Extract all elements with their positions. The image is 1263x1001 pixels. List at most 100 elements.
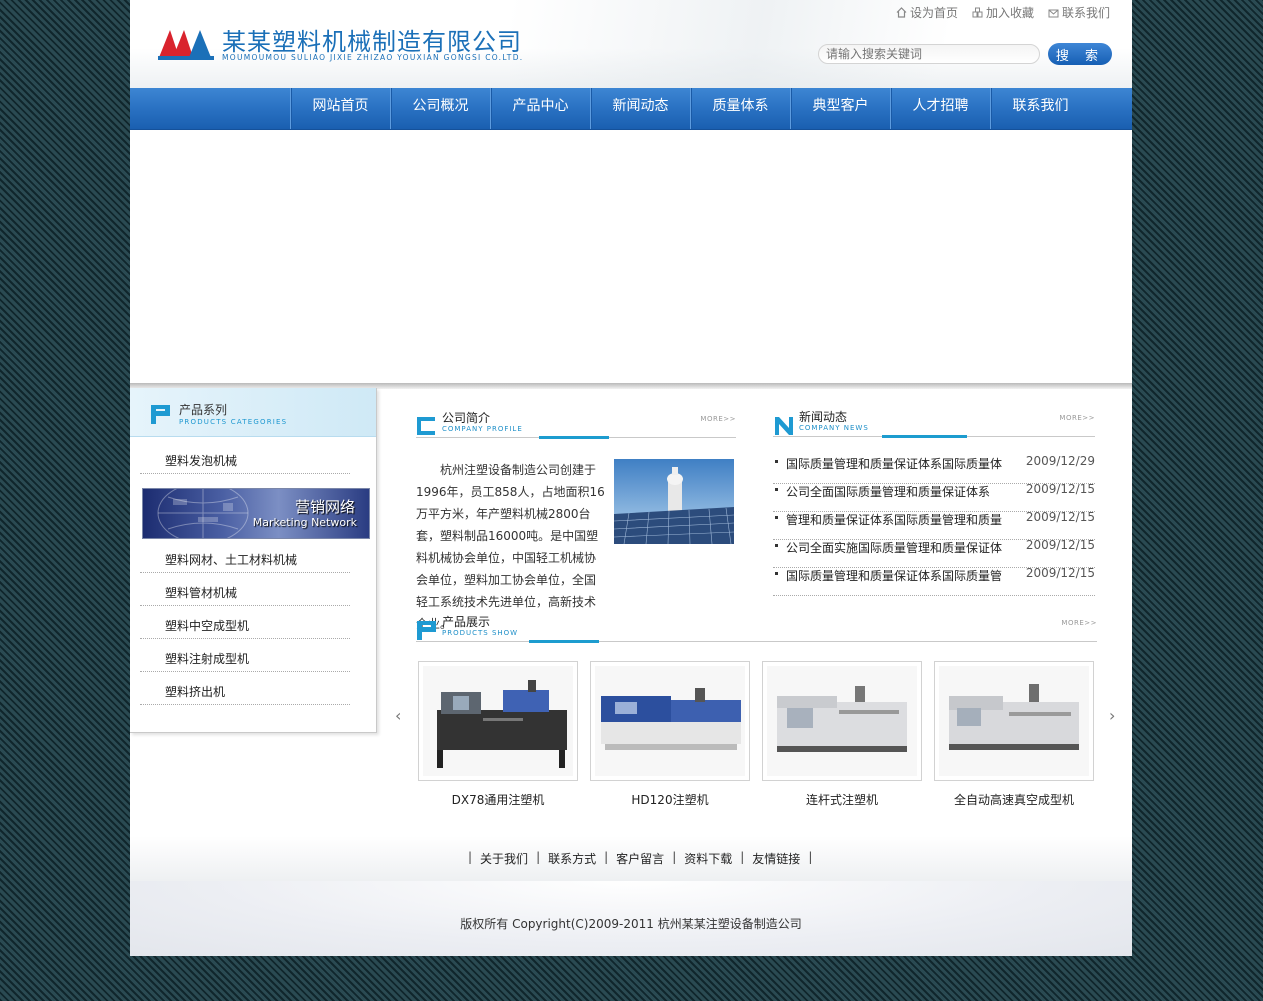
- news-item: 国际质量管理和质量保证体系国际质量体 2009/12/29: [773, 454, 1095, 484]
- marketing-subtitle: Marketing Network: [252, 516, 357, 529]
- letter-n-icon: [775, 417, 793, 435]
- footer-copyright-area: 版权所有 Copyright(C)2009-2011 杭州某某注塑设备制造公司: [130, 881, 1132, 956]
- profile-more-link[interactable]: MORE>>: [700, 415, 736, 423]
- profile-header-bar: [539, 436, 609, 439]
- set-homepage-label: 设为首页: [909, 6, 958, 20]
- company-name-en: MOUMOUMOU SULIAO JIXIE ZHIZAO YOUXIAN GO…: [222, 53, 524, 62]
- news-item-date: 2009/12/29: [1025, 454, 1095, 468]
- category-item-extruder[interactable]: 塑料挤出机: [140, 679, 350, 705]
- products-header-bar: [529, 640, 599, 643]
- letter-p-icon: [417, 621, 436, 640]
- news-item-date: 2009/12/15: [1025, 510, 1095, 524]
- product-image-frame: [934, 661, 1094, 781]
- category-item-pipe[interactable]: 塑料管材机械: [140, 580, 350, 606]
- nav-item-contact[interactable]: 联系我们: [990, 88, 1090, 129]
- news-item-date: 2009/12/15: [1025, 482, 1095, 496]
- footer-separator: |: [536, 850, 541, 864]
- category-item-net[interactable]: 塑料网材、土工材料机械: [140, 547, 350, 573]
- carousel-prev-button[interactable]: ‹: [395, 706, 401, 725]
- products-more-link[interactable]: MORE>>: [1061, 619, 1097, 627]
- page-container: 某某塑料机械制造有限公司 MOUMOUMOU SULIAO JIXIE ZHIZ…: [130, 0, 1132, 956]
- marketing-title: 营销网络: [294, 498, 355, 516]
- vacuum-forming-machine-image: [939, 666, 1089, 776]
- footer-link-contact[interactable]: 联系方式: [548, 850, 596, 867]
- footer-separator: |: [740, 850, 745, 864]
- news-item: 国际质量管理和质量保证体系国际质量管 2009/12/15: [773, 566, 1095, 596]
- product-card[interactable]: DX78通用注塑机: [418, 661, 578, 808]
- product-categories-panel: 产品系列 PRODUCTS CATEGORIES 塑料发泡机械 营销网络 Mar…: [130, 388, 377, 733]
- categories-subtitle: PRODUCTS CATEGORIES: [179, 418, 288, 426]
- news-item: 公司全面实施国际质量管理和质量保证体 2009/12/15: [773, 538, 1095, 568]
- logo-icon: [158, 30, 214, 60]
- categories-header: 产品系列 PRODUCTS CATEGORIES: [130, 388, 376, 437]
- products-subtitle: PRODUCTS SHOW: [442, 629, 519, 637]
- profile-text: 杭州注塑设备制造公司创建于1996年，员工858人，占地面积16万平方米，年产塑…: [416, 459, 736, 635]
- injection-machine-image: [595, 666, 745, 776]
- product-name: 全自动高速真空成型机: [953, 793, 1074, 807]
- search-input[interactable]: [818, 44, 1040, 64]
- bullet-icon: [775, 460, 778, 463]
- letter-c-icon: [417, 417, 435, 435]
- bullet-icon: [775, 572, 778, 575]
- news-subtitle: COMPANY NEWS: [799, 424, 869, 432]
- news-item-date: 2009/12/15: [1025, 538, 1095, 552]
- product-name: 连杆式注塑机: [805, 793, 878, 807]
- product-image-frame: [762, 661, 922, 781]
- category-item-foam[interactable]: 塑料发泡机械: [140, 448, 350, 474]
- footer-link-about[interactable]: 关于我们: [480, 850, 528, 867]
- bullet-icon: [775, 544, 778, 547]
- product-card[interactable]: HD120注塑机: [590, 661, 750, 808]
- bullet-icon: [775, 516, 778, 519]
- news-item-title[interactable]: 国际质量管理和质量保证体系国际质量体: [786, 455, 1008, 472]
- company-name: 某某塑料机械制造有限公司: [222, 28, 522, 56]
- nav-item-quality[interactable]: 质量体系: [690, 88, 790, 129]
- product-card[interactable]: 连杆式注塑机: [762, 661, 922, 808]
- product-name: DX78通用注塑机: [451, 793, 545, 807]
- products-title: 产品展示: [442, 615, 491, 629]
- product-image-frame: [590, 661, 750, 781]
- news-item: 公司全面国际质量管理和质量保证体系 2009/12/15: [773, 482, 1095, 512]
- contact-us-link[interactable]: 联系我们: [1048, 4, 1110, 21]
- news-header: 新闻动态 COMPANY NEWS MORE>>: [773, 410, 1095, 438]
- footer-link-download[interactable]: 资料下载: [684, 850, 732, 867]
- search-button[interactable]: 搜 索: [1048, 43, 1112, 65]
- category-item-injection[interactable]: 塑料注射成型机: [140, 646, 350, 672]
- carousel-next-button[interactable]: ›: [1109, 706, 1115, 725]
- nav-item-about[interactable]: 公司概况: [390, 88, 490, 129]
- bullet-icon: [775, 488, 778, 491]
- products-header: 产品展示 PRODUCTS SHOW MORE>>: [416, 615, 1097, 643]
- news-item-title[interactable]: 公司全面实施国际质量管理和质量保证体: [786, 539, 1008, 556]
- news-item-title[interactable]: 管理和质量保证体系国际质量管理和质量: [786, 511, 1008, 528]
- product-name: HD120注塑机: [631, 793, 709, 807]
- marketing-network-banner[interactable]: 营销网络 Marketing Network: [142, 488, 370, 539]
- product-image-frame: [418, 661, 578, 781]
- banner-area: [130, 130, 1132, 384]
- set-homepage-link[interactable]: 设为首页: [896, 4, 958, 21]
- news-item-title[interactable]: 公司全面国际质量管理和质量保证体系: [786, 483, 1008, 500]
- nav-item-home[interactable]: 网站首页: [290, 88, 390, 129]
- category-item-blow[interactable]: 塑料中空成型机: [140, 613, 350, 639]
- add-favorite-link[interactable]: 加入收藏: [972, 4, 1034, 21]
- main-nav: 网站首页 公司概况 产品中心 新闻动态 质量体系 典型客户 人才招聘 联系我们: [130, 88, 1132, 130]
- news-item-date: 2009/12/15: [1025, 566, 1095, 580]
- nav-item-news[interactable]: 新闻动态: [590, 88, 690, 129]
- contact-us-label: 联系我们: [1061, 6, 1110, 20]
- footer-separator: |: [808, 850, 813, 864]
- copyright-text: 版权所有 Copyright(C)2009-2011 杭州某某注塑设备制造公司: [460, 917, 802, 931]
- profile-header: 公司简介 COMPANY PROFILE MORE>>: [416, 411, 736, 439]
- news-item-title[interactable]: 国际质量管理和质量保证体系国际质量管: [786, 567, 1008, 584]
- nav-item-jobs[interactable]: 人才招聘: [890, 88, 990, 129]
- news-title: 新闻动态: [799, 410, 848, 424]
- categories-title: 产品系列: [179, 403, 228, 417]
- nav-item-products[interactable]: 产品中心: [490, 88, 590, 129]
- nav-item-clients[interactable]: 典型客户: [790, 88, 890, 129]
- footer-separator: |: [672, 850, 677, 864]
- footer-link-message[interactable]: 客户留言: [616, 850, 664, 867]
- letter-p-icon: [151, 405, 170, 424]
- news-header-bar: [882, 435, 967, 438]
- footer-link-friends[interactable]: 友情链接: [752, 850, 800, 867]
- injection-machine-image: [767, 666, 917, 776]
- header: 某某塑料机械制造有限公司 MOUMOUMOU SULIAO JIXIE ZHIZ…: [130, 0, 1132, 88]
- news-more-link[interactable]: MORE>>: [1059, 414, 1095, 422]
- product-card[interactable]: 全自动高速真空成型机: [934, 661, 1094, 808]
